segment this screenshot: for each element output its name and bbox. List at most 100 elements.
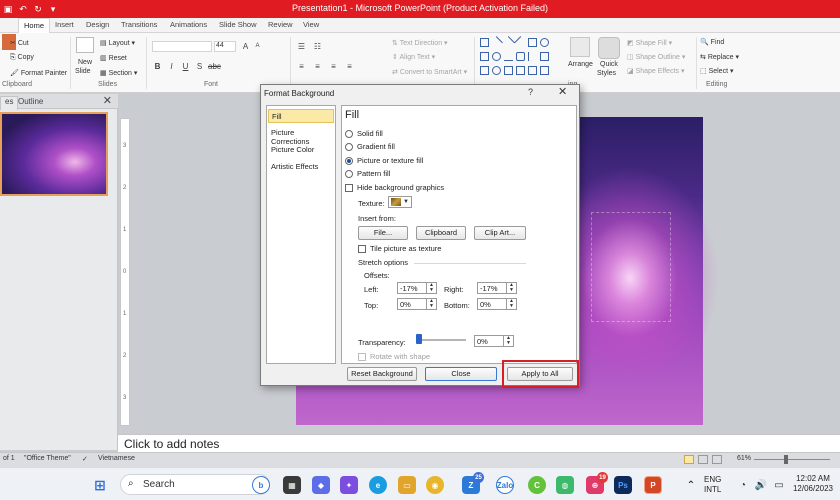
quick-styles-label[interactable]: Quick [600, 61, 618, 68]
clip-art-button[interactable]: Clip Art... [474, 226, 526, 240]
shape-outline-button[interactable]: ◫ Shape Outline ▾ [627, 53, 685, 61]
shape-line-icon[interactable] [504, 52, 513, 61]
spinner-arrows-icon[interactable]: ▲ ▼ [506, 299, 516, 309]
cut-button[interactable]: ✂ Cut [10, 39, 29, 47]
tab-slides[interactable]: es [0, 96, 19, 110]
select-button[interactable]: ⬚ Select ▾ [700, 67, 734, 75]
spinner-arrows-icon[interactable]: ▲ ▼ [506, 283, 516, 293]
spinner-arrows-icon[interactable]: ▲ ▼ [503, 336, 513, 346]
tab-slide-show[interactable]: Slide Show [219, 20, 257, 29]
volume-icon[interactable]: 🔊 [752, 476, 770, 494]
layout-button[interactable]: ▤ Layout ▾ [100, 39, 135, 47]
nav-picture-color[interactable]: Picture Color [268, 143, 334, 157]
align-center-icon[interactable]: ≡ [312, 61, 323, 72]
shape-oval-icon[interactable] [492, 66, 501, 75]
windows-start-icon[interactable]: ⊞ [91, 476, 109, 494]
spellcheck-icon[interactable]: ✓ [82, 455, 88, 463]
reset-button[interactable]: ▥ Reset [100, 54, 127, 62]
tab-transitions[interactable]: Transitions [121, 20, 157, 29]
texture-dropdown[interactable]: ▼ [388, 196, 412, 208]
font-size-input[interactable]: 44 [214, 41, 236, 52]
transparency-slider[interactable] [418, 339, 466, 341]
section-button[interactable]: ▦ Section ▾ [100, 69, 137, 77]
bing-icon[interactable]: b [252, 476, 270, 494]
quick-styles-label-2[interactable]: Styles [597, 70, 616, 77]
radio-solid-fill[interactable]: Solid fill [345, 129, 383, 138]
bullets-icon[interactable]: ☰ [296, 41, 307, 52]
bold-button[interactable]: B [152, 61, 163, 72]
zalo-web-icon[interactable]: Zalo [496, 476, 514, 494]
file-explorer-icon[interactable]: ▭ [398, 476, 416, 494]
shape-fill-button[interactable]: ◩ Shape Fill ▾ [627, 39, 672, 47]
nav-fill[interactable]: Fill [268, 109, 334, 123]
shape-rectangle-icon[interactable] [540, 66, 549, 75]
shape-rectangle-icon[interactable] [504, 66, 513, 75]
shape-rectangle-icon[interactable] [480, 52, 489, 61]
align-right-icon[interactable]: ≡ [328, 61, 339, 72]
shape-rectangle-icon[interactable] [528, 38, 537, 47]
spinner-arrows-icon[interactable]: ▲ ▼ [426, 299, 436, 309]
slide-thumbnail[interactable] [0, 112, 108, 196]
shape-line-icon[interactable] [528, 52, 537, 61]
notes-pane[interactable]: Click to add notes [118, 434, 840, 452]
file-button[interactable]: File... [358, 226, 408, 240]
shape-rounded-icon[interactable] [516, 52, 525, 61]
slide-sorter-icon[interactable] [698, 455, 708, 464]
photoshop-icon[interactable]: Ps [614, 476, 632, 494]
shape-rectangle-icon[interactable] [480, 66, 489, 75]
quick-styles-icon[interactable] [598, 37, 620, 59]
text-direction-button[interactable]: ⇅ Text Direction ▾ [392, 39, 448, 47]
align-left-icon[interactable]: ≡ [296, 61, 307, 72]
clipboard-button[interactable]: Clipboard [416, 226, 466, 240]
nav-picture-corrections[interactable]: Picture Corrections [268, 126, 334, 146]
reset-background-button[interactable]: Reset Background [347, 367, 417, 381]
edge-icon[interactable]: e [369, 476, 387, 494]
shape-oval-icon[interactable] [540, 38, 549, 47]
tile-picture-checkbox[interactable]: Tile picture as texture [358, 244, 441, 253]
new-slide-label[interactable]: New [78, 59, 92, 66]
shadow-button[interactable]: S [194, 61, 205, 72]
find-button[interactable]: 🔍 Find [700, 38, 724, 46]
shape-rectangle-icon[interactable] [528, 66, 537, 75]
powerpoint-icon[interactable]: P [644, 476, 662, 494]
tab-insert[interactable]: Insert [55, 20, 74, 29]
input-language[interactable]: ENG INTL [704, 475, 721, 495]
app-icon[interactable]: ⊕ 19 [586, 472, 608, 494]
tab-outline[interactable]: Outline [18, 97, 43, 106]
zalo-icon[interactable]: Z 25 [462, 472, 484, 494]
copy-button[interactable]: ⎘ Copy [10, 54, 34, 62]
close-pane-icon[interactable]: ✕ [103, 94, 112, 107]
replace-button[interactable]: ⇆ Replace ▾ [700, 53, 739, 61]
tab-review[interactable]: Review [268, 20, 293, 29]
grow-font-icon[interactable]: A [240, 41, 251, 52]
shape-line-icon[interactable] [502, 36, 515, 49]
new-slide-label-2[interactable]: Slide [75, 68, 91, 75]
justify-icon[interactable]: ≡ [344, 61, 355, 72]
nav-artistic-effects[interactable]: Artistic Effects [268, 160, 334, 174]
shape-line-icon[interactable] [490, 36, 503, 49]
shape-textbox-icon[interactable] [480, 38, 489, 47]
radio-gradient-fill[interactable]: Gradient fill [345, 142, 395, 151]
zoom-level[interactable]: 61% [737, 455, 751, 462]
spinner-arrows-icon[interactable]: ▲ ▼ [426, 283, 436, 293]
radio-picture-texture-fill[interactable]: Picture or texture fill [345, 156, 423, 165]
zoom-slider[interactable] [754, 459, 830, 460]
tray-chevron-icon[interactable]: ⌃ [682, 476, 700, 494]
align-text-button[interactable]: ⇕ Align Text ▾ [392, 53, 435, 61]
taskbar-search[interactable]: ⌕ Search [120, 474, 270, 495]
bottom-offset-input[interactable]: 0% ▲ ▼ [477, 298, 517, 310]
help-icon[interactable]: ? [528, 87, 533, 97]
zoom-slider-thumb[interactable] [784, 455, 788, 464]
shapes-gallery[interactable] [478, 36, 566, 75]
italic-button[interactable]: I [166, 61, 177, 72]
wifi-icon[interactable]: ◔ [734, 476, 752, 494]
new-slide-icon[interactable] [76, 37, 94, 53]
tab-animations[interactable]: Animations [170, 20, 207, 29]
radio-pattern-fill[interactable]: Pattern fill [345, 169, 390, 178]
arrange-label[interactable]: Arrange [568, 61, 593, 68]
tab-design[interactable]: Design [86, 20, 109, 29]
format-painter-button[interactable]: 🖌 Format Painter [10, 69, 67, 77]
chrome-icon[interactable]: ◉ [426, 476, 444, 494]
copilot-icon[interactable]: ✦ [340, 476, 358, 494]
shape-line-icon[interactable] [514, 36, 527, 49]
